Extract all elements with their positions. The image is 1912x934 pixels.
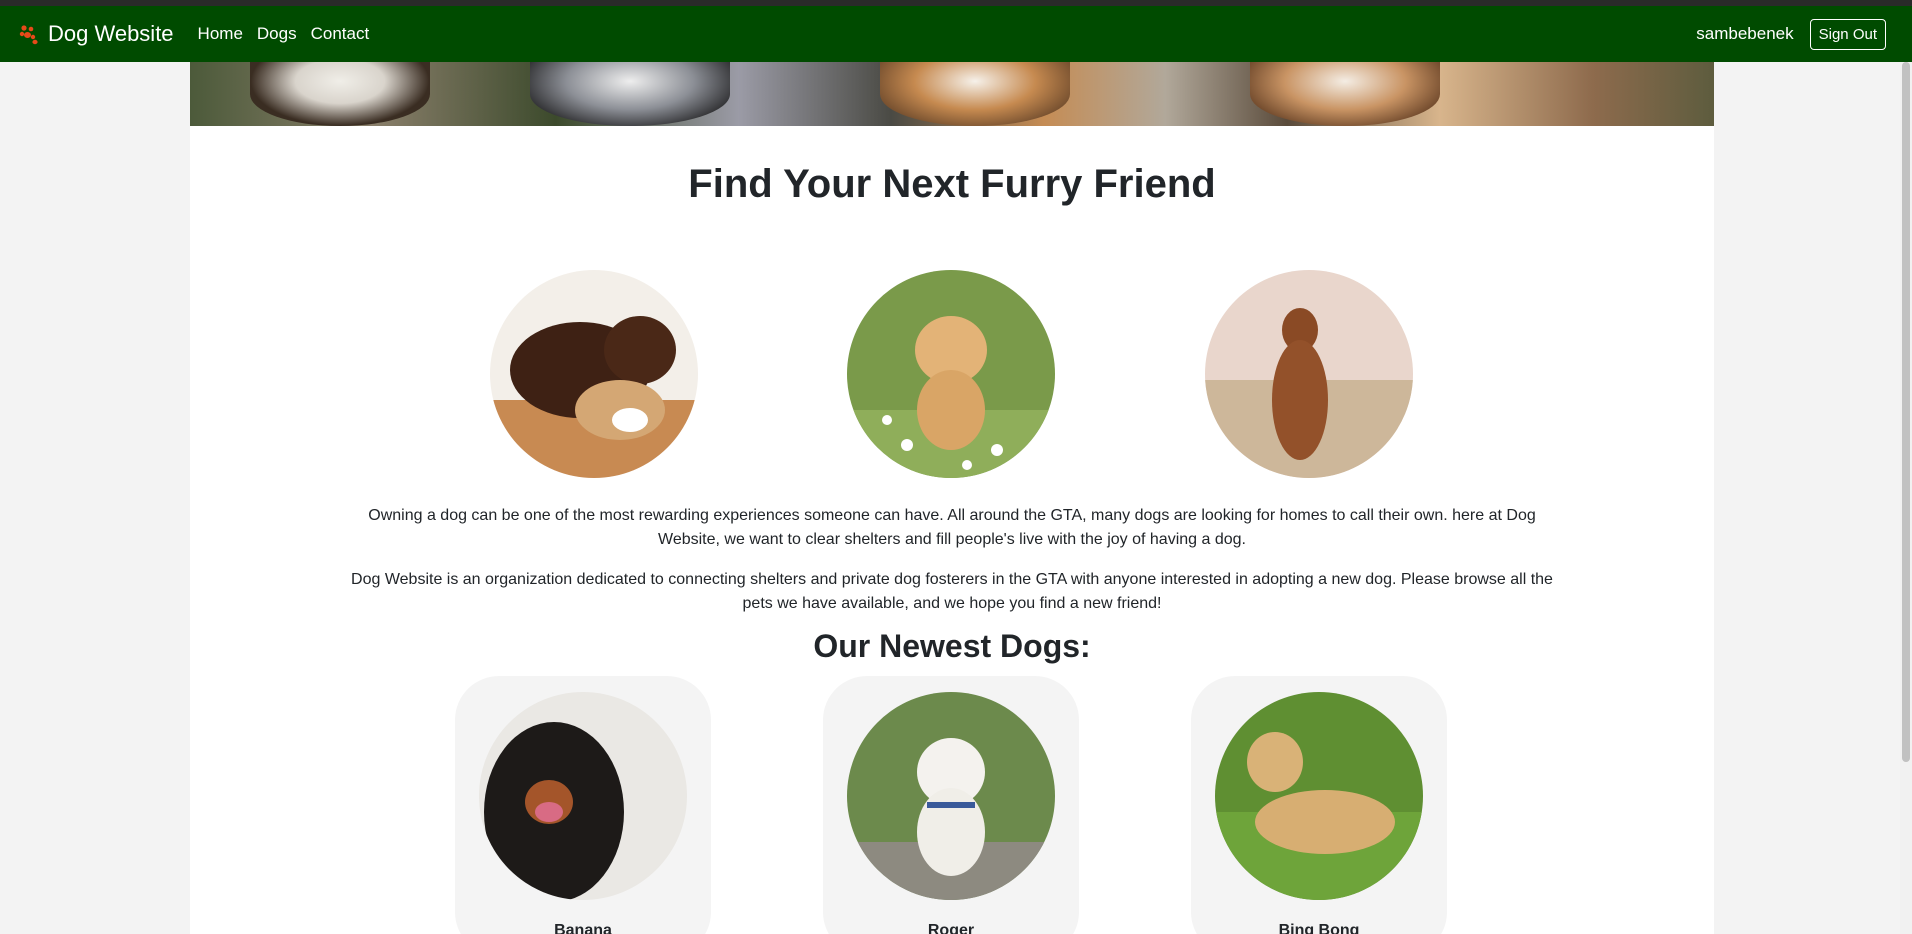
banner-image [190, 62, 1714, 126]
dog-photo [479, 692, 687, 900]
nav-links: Home Dogs Contact [198, 24, 384, 44]
paw-icon [19, 25, 38, 45]
page-title: Find Your Next Furry Friend [688, 162, 1216, 206]
dog-photo [1215, 692, 1423, 900]
brand-link[interactable]: Dog Website [18, 21, 174, 47]
page-scrollbar[interactable] [1900, 62, 1912, 934]
dog-name: Bing Bong [1278, 922, 1360, 934]
dog-card-roger[interactable]: Roger [823, 676, 1079, 934]
nav-user-area: sambebenek Sign Out [1696, 18, 1886, 50]
dog-name: Banana [554, 922, 612, 934]
main-content: Find Your Next Furry Friend Owning a dog… [190, 62, 1714, 934]
intro-paragraph: Owning a dog can be one of the most rewa… [368, 507, 1536, 548]
vizsla-photo [1205, 270, 1413, 478]
dog-photo [847, 692, 1055, 900]
newest-dogs-title: Our Newest Dogs: [813, 628, 1091, 664]
scrollbar-thumb[interactable] [1902, 62, 1910, 762]
mission-paragraph: Dog Website is an organization dedicated… [351, 571, 1553, 612]
chocolate-lab-photo [490, 270, 698, 478]
dog-card-banana[interactable]: Banana [455, 676, 711, 934]
nav-link-home[interactable]: Home [198, 24, 243, 44]
golden-puppy-photo [847, 270, 1055, 478]
brand-name: Dog Website [48, 21, 174, 46]
nav-link-contact[interactable]: Contact [311, 24, 370, 44]
dog-card-bing-bong[interactable]: Bing Bong [1191, 676, 1447, 934]
navbar: Dog Website Home Dogs Contact sambebenek… [0, 6, 1912, 62]
username: sambebenek [1696, 24, 1794, 43]
nav-link-dogs[interactable]: Dogs [257, 24, 297, 44]
sign-out-button[interactable]: Sign Out [1809, 18, 1886, 50]
dog-name: Roger [927, 922, 975, 934]
